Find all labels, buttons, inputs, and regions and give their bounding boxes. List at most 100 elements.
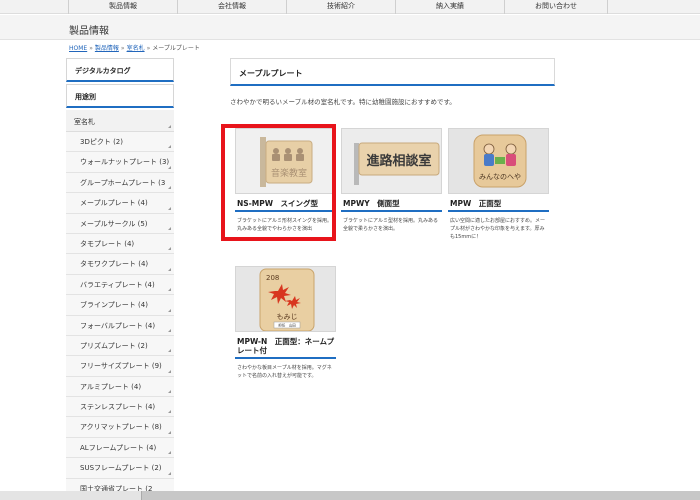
expand-corner-icon [168, 308, 171, 312]
expand-corner-icon [168, 430, 171, 434]
main-content: メープルプレート さわやかで明るいメープル材の室名札です。特に幼稚園施設におすす… [230, 58, 555, 106]
breadcrumb-current: メープルプレート [152, 45, 200, 52]
page-title: 製品情報 [69, 26, 109, 37]
nav-technology[interactable]: 技術紹介 [286, 0, 395, 14]
breadcrumb-home-link[interactable]: HOME [69, 45, 87, 52]
sidebar-item[interactable]: タモプレート (4) [66, 233, 174, 255]
product-name[interactable]: MPWY 側面型 [341, 199, 442, 208]
expand-corner-icon [168, 471, 171, 475]
sidebar-item[interactable]: メープルサークル (5) [66, 213, 174, 234]
breadcrumb: HOME» 製品情報» 室名札» メープルプレート [69, 43, 200, 52]
expand-corner-icon [168, 267, 171, 271]
sidebar-item-label: プリズムプレート (2) [80, 341, 148, 350]
sign-text-guidance-room: 進路相談室 [366, 153, 431, 169]
nav-contact[interactable]: お問い合わせ [504, 0, 608, 14]
expand-corner-icon [168, 349, 171, 353]
product-image-mpw-n[interactable]: 208 もみじ 担任 山田 [235, 266, 336, 332]
sidebar-item-label: フリーサイズプレート (9) [80, 362, 162, 371]
product-divider [235, 357, 336, 359]
product-divider [448, 210, 549, 212]
nav-products[interactable]: 製品情報 [68, 0, 177, 14]
nav-delivery-record[interactable]: 納入実績 [395, 0, 504, 14]
sidebar-digital-catalog[interactable]: デジタルカタログ [66, 58, 174, 82]
sidebar-item[interactable]: フリーサイズプレート (9) [66, 356, 174, 377]
product-image-mpwy[interactable]: 進路相談室 [341, 128, 442, 194]
sidebar-item[interactable]: SUSフレームプレート (2) [66, 458, 174, 479]
expand-corner-icon [168, 390, 171, 394]
sidebar-item[interactable]: 3Dピクト (2) [66, 132, 174, 153]
sidebar-item-label: ブラインプレート (4) [80, 301, 148, 310]
sidebar-item-label: フォーバルプレート (4) [80, 321, 156, 330]
sidebar-item-label: アクリマットプレート (8) [80, 423, 162, 432]
sidebar-item-label: 3Dピクト (2) [80, 138, 123, 146]
name-plate-sign-image: 208 もみじ 担任 山田 [236, 267, 335, 331]
sign-room-number: 208 [266, 274, 279, 282]
expand-corner-icon [168, 369, 171, 373]
sidebar-item-label: ウォールナットプレート (3) [80, 158, 170, 167]
sidebar-item[interactable]: グループホームプレート (3 [66, 172, 174, 194]
expand-corner-icon [168, 410, 171, 414]
page-header: 製品情報 [0, 15, 700, 40]
expand-corner-icon [168, 451, 171, 455]
sidebar-item[interactable]: ブラインプレート (4) [66, 295, 174, 316]
sidebar-by-usage[interactable]: 用途別 [66, 84, 174, 108]
sidebar-item-label: アルミプレート (4) [80, 382, 142, 391]
sign-name-tag: 担任 山田 [278, 323, 296, 328]
breadcrumb-separator: » [146, 45, 151, 52]
section-title: メープルプレート [230, 58, 555, 86]
expand-corner-icon [168, 165, 171, 169]
product-description: 広い空間に適したお部屋におすすめ。メープル材がさわやかな印象を与えます。厚みも1… [450, 218, 546, 240]
sidebar-item-label: ステンレスプレート (4) [80, 403, 156, 412]
sidebar-item-label: メープルサークル (5) [80, 219, 148, 228]
sidebar-item[interactable]: アルミプレート (4) [66, 376, 174, 398]
nav-company[interactable]: 会社情報 [177, 0, 286, 14]
scrollbar-thumb[interactable] [0, 491, 142, 500]
expand-corner-icon [168, 226, 171, 230]
sidebar-item[interactable]: プリズムプレート (2) [66, 335, 174, 357]
product-description: さわやかな板目メープル材を採用。マグネットで名前の入れ替えが可能です。 [237, 365, 332, 379]
sign-text-everyone-room: みんなのへや [479, 173, 521, 181]
sidebar-item[interactable]: タモワクプレート (4) [66, 254, 174, 275]
sidebar-category-room-sign[interactable]: 室名札 [66, 110, 174, 132]
product-card-mpwy[interactable]: 進路相談室 MPWY 側面型 ブラケットにアルミ型材を採用。丸みある全貌で柔らか… [341, 128, 442, 233]
breadcrumb-room-sign-link[interactable]: 室名札 [127, 45, 145, 52]
sidebar-item[interactable]: ステンレスプレート (4) [66, 397, 174, 418]
sidebar-item[interactable]: バラエティプレート (4) [66, 274, 174, 296]
sidebar-item[interactable]: フォーバルプレート (4) [66, 315, 174, 336]
sidebar: デジタルカタログ 用途別 室名札 3Dピクト (2) ウォールナットプレート (3… [66, 58, 174, 500]
sidebar-item-label: グループホームプレート (3 [80, 178, 166, 187]
product-card-mpw[interactable]: みんなのへや MPW 正面型 広い空間に適したお部屋におすすめ。メープル材がさわ… [448, 128, 549, 241]
highlight-box [221, 124, 336, 241]
expand-corner-icon [168, 145, 171, 149]
sidebar-item-list: 3Dピクト (2) ウォールナットプレート (3) グループホームプレート (3 メー… [66, 132, 174, 500]
sidebar-item[interactable]: ALフレームプレート (4) [66, 437, 174, 459]
product-name[interactable]: MPW 正面型 [448, 199, 549, 208]
sidebar-item-label: タモプレート (4) [80, 239, 135, 248]
expand-corner-icon [168, 125, 171, 128]
product-description: ブラケットにアルミ型材を採用。丸みある全貌で柔らかさを演出。 [343, 218, 438, 232]
expand-corner-icon [168, 206, 171, 210]
product-card-mpw-n[interactable]: 208 もみじ 担任 山田 MPW-N 正面型：ネームプレート付 さわやかな板目… [235, 266, 336, 380]
sign-text-momiji: もみじ [277, 313, 298, 321]
expand-corner-icon [168, 247, 171, 251]
sidebar-item-label: SUSフレームプレート (2) [80, 464, 162, 473]
section-description: さわやかで明るいメープル材の室名札です。特に幼稚園施設におすすめです。 [230, 98, 456, 106]
sidebar-item-label: タモワクプレート (4) [80, 260, 149, 269]
horizontal-scrollbar[interactable] [0, 491, 700, 500]
top-navigation: 製品情報 会社情報 技術紹介 納入実績 お問い合わせ [0, 0, 700, 14]
front-sign-image: みんなのへや [449, 129, 548, 193]
sidebar-item[interactable]: アクリマットプレート (8) [66, 417, 174, 438]
expand-corner-icon [168, 186, 171, 190]
sidebar-item-label: ALフレームプレート (4) [80, 443, 157, 452]
breadcrumb-separator: » [89, 45, 93, 52]
expand-corner-icon [168, 328, 171, 332]
sidebar-category-label: 室名札 [74, 118, 95, 126]
sidebar-item[interactable]: ウォールナットプレート (3) [66, 152, 174, 173]
breadcrumb-products-link[interactable]: 製品情報 [95, 45, 119, 52]
expand-corner-icon [168, 288, 171, 292]
product-image-mpw[interactable]: みんなのへや [448, 128, 549, 194]
sidebar-item-label: メープルプレート (4) [80, 199, 148, 208]
side-sign-image: 進路相談室 [342, 129, 441, 193]
sidebar-item[interactable]: メープルプレート (4) [66, 193, 174, 214]
product-name[interactable]: MPW-N 正面型：ネームプレート付 [235, 337, 336, 355]
